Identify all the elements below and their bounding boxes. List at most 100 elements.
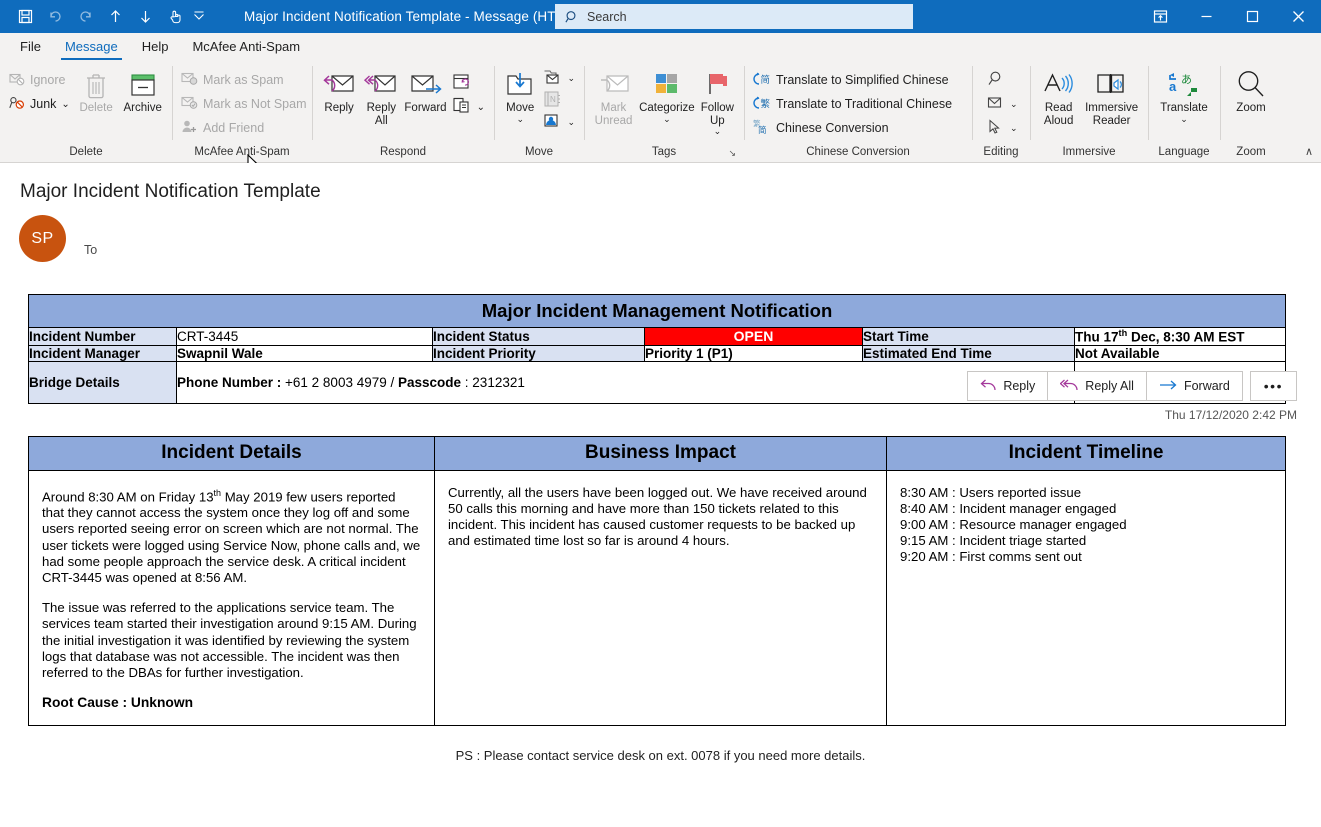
ribbon-group-zoom: Zoom Zoom bbox=[1220, 60, 1282, 162]
reply-button[interactable]: Reply bbox=[967, 371, 1048, 401]
ribbon-display-options-icon[interactable] bbox=[1137, 0, 1183, 33]
related-button[interactable]: ⌄ bbox=[984, 92, 1021, 116]
chevron-down-icon[interactable]: ⌄ bbox=[567, 73, 575, 84]
reply-all-button[interactable]: Reply All bbox=[360, 65, 402, 127]
chinese-conversion-button[interactable]: 繁简 Chinese Conversion bbox=[750, 116, 955, 140]
junk-icon bbox=[9, 95, 25, 114]
ignore-button[interactable]: Ignore bbox=[6, 68, 73, 92]
timeline-item: 9:20 AM : First comms sent out bbox=[900, 549, 1272, 565]
categorize-button[interactable]: Categorize ⌄ bbox=[637, 65, 697, 124]
read-aloud-label: Read Aloud bbox=[1038, 102, 1079, 127]
undo-icon[interactable] bbox=[40, 3, 70, 31]
archive-button[interactable]: Archive bbox=[119, 65, 166, 115]
mark-as-spam-button[interactable]: Mark as Spam bbox=[178, 68, 310, 92]
follow-up-label: Follow Up bbox=[699, 102, 736, 127]
ribbon-group-chinese-conversion: 简 Translate to Simplified Chinese 繁 Tran… bbox=[744, 60, 972, 162]
minimize-icon[interactable] bbox=[1183, 0, 1229, 33]
read-aloud-button[interactable]: Read Aloud bbox=[1036, 65, 1081, 127]
meeting-button[interactable] bbox=[449, 71, 488, 95]
ribbon-group-label-chinese: Chinese Conversion bbox=[750, 146, 966, 162]
related-icon bbox=[987, 95, 1005, 114]
add-friend-button[interactable]: Add Friend bbox=[178, 116, 310, 140]
more-respond-button[interactable]: ⌄ bbox=[449, 95, 488, 119]
chevron-down-icon[interactable] bbox=[190, 3, 208, 31]
previous-item-icon[interactable] bbox=[100, 3, 130, 31]
avatar[interactable]: SP bbox=[19, 215, 66, 262]
tags-dialog-launcher-icon[interactable]: ↘ bbox=[728, 148, 736, 159]
timeline-item: 9:15 AM : Incident triage started bbox=[900, 533, 1272, 549]
incident-details-header: Incident Details bbox=[29, 436, 435, 470]
tab-mcafee-anti-spam[interactable]: McAfee Anti-Spam bbox=[180, 34, 312, 60]
save-icon[interactable] bbox=[10, 3, 40, 31]
touch-mode-icon[interactable] bbox=[160, 3, 190, 31]
onenote-button[interactable]: N bbox=[540, 89, 578, 111]
immersive-reader-button[interactable]: Immersive Reader bbox=[1081, 65, 1142, 127]
ribbon-group-delete: Ignore Junk ⌄ Delete bbox=[0, 60, 172, 162]
forward-button[interactable]: Forward bbox=[1146, 371, 1243, 401]
close-icon[interactable] bbox=[1275, 0, 1321, 33]
find-button[interactable] bbox=[984, 68, 1008, 92]
incident-timeline-body: 8:30 AM : Users reported issue 8:40 AM :… bbox=[887, 470, 1286, 726]
mark-unread-button[interactable]: Mark Unread bbox=[590, 65, 637, 127]
chevron-down-icon[interactable]: ⌄ bbox=[1180, 115, 1188, 124]
chevron-down-icon[interactable]: ⌄ bbox=[663, 115, 671, 124]
translate-button[interactable]: aあ Translate ⌄ bbox=[1154, 65, 1214, 124]
tab-file[interactable]: File bbox=[8, 34, 53, 60]
rules-button[interactable]: ⌄ bbox=[540, 67, 578, 89]
chevron-down-icon[interactable]: ⌄ bbox=[477, 102, 485, 113]
passcode-value: : 2312321 bbox=[461, 375, 525, 390]
phone-number-value: +61 2 8003 4979 / bbox=[281, 375, 398, 390]
reply-button[interactable]: Reply bbox=[318, 65, 360, 115]
chevron-down-icon[interactable]: ⌄ bbox=[1010, 123, 1018, 134]
more-actions-button[interactable]: ••• bbox=[1250, 371, 1297, 401]
move-button[interactable]: Move ⌄ bbox=[500, 65, 540, 124]
translate-simplified-chinese-button[interactable]: 简 Translate to Simplified Chinese bbox=[750, 68, 955, 92]
zoom-button[interactable]: Zoom bbox=[1226, 65, 1276, 115]
table-row-banner: Major Incident Management Notification bbox=[29, 295, 1286, 328]
forward-button[interactable]: Forward bbox=[402, 65, 448, 115]
chevron-down-icon[interactable]: ⌄ bbox=[516, 115, 524, 124]
ribbon-group-editing: ⌄ ⌄ Editing bbox=[972, 60, 1030, 162]
mark-as-not-spam-button[interactable]: Mark as Not Spam bbox=[178, 92, 310, 116]
redo-icon[interactable] bbox=[70, 3, 100, 31]
ribbon-group-label-editing: Editing bbox=[978, 146, 1024, 162]
ribbon-group-label-delete: Delete bbox=[6, 146, 166, 162]
follow-up-button[interactable]: Follow Up ⌄ bbox=[697, 65, 738, 136]
delete-button[interactable]: Delete bbox=[73, 65, 120, 115]
svg-text:あ: あ bbox=[1181, 73, 1192, 86]
add-friend-label: Add Friend bbox=[203, 121, 264, 135]
chevron-down-icon[interactable]: ⌄ bbox=[61, 99, 69, 110]
root-cause: Root Cause : Unknown bbox=[42, 695, 421, 711]
translate-simplified-label: Translate to Simplified Chinese bbox=[776, 73, 949, 87]
move-icon bbox=[505, 68, 535, 102]
chinese-conversion-icon: 繁简 bbox=[753, 119, 771, 138]
reply-arrow-icon bbox=[980, 378, 996, 395]
incident-number-label: Incident Number bbox=[29, 328, 177, 346]
next-item-icon[interactable] bbox=[130, 3, 160, 31]
chevron-down-icon[interactable]: ⌄ bbox=[567, 117, 575, 128]
zoom-magnifier-icon bbox=[1234, 68, 1268, 102]
tab-help[interactable]: Help bbox=[130, 34, 181, 60]
ribbon-group-label-zoom: Zoom bbox=[1226, 146, 1276, 162]
read-aloud-icon bbox=[1042, 68, 1076, 102]
incident-manager-label: Incident Manager bbox=[29, 345, 177, 361]
chevron-down-icon[interactable]: ⌄ bbox=[1010, 99, 1018, 110]
reply-all-button[interactable]: Reply All bbox=[1047, 371, 1147, 401]
ribbon-group-immersive: Read Aloud Immersive Reader Immersive bbox=[1030, 60, 1148, 162]
translate-traditional-chinese-button[interactable]: 繁 Translate to Traditional Chinese bbox=[750, 92, 955, 116]
tab-message[interactable]: Message bbox=[53, 34, 130, 60]
search-input[interactable]: Search bbox=[587, 10, 627, 24]
ribbon-group-label-move: Move bbox=[500, 146, 578, 162]
junk-button[interactable]: Junk ⌄ bbox=[6, 92, 73, 116]
customize-qat-icon[interactable] bbox=[208, 3, 222, 31]
actions-button[interactable]: ⌄ bbox=[540, 111, 578, 133]
collapse-ribbon-icon[interactable]: ∧ bbox=[1305, 145, 1313, 158]
table-row: Incident Number CRT-3445 Incident Status… bbox=[29, 328, 1286, 346]
mark-as-not-spam-icon bbox=[181, 95, 198, 113]
select-button[interactable]: ⌄ bbox=[984, 116, 1021, 140]
maximize-icon[interactable] bbox=[1229, 0, 1275, 33]
timeline-item: 9:00 AM : Resource manager engaged bbox=[900, 517, 1272, 533]
search-box[interactable]: Search bbox=[555, 4, 913, 29]
quick-access-toolbar bbox=[0, 3, 222, 31]
chevron-down-icon[interactable]: ⌄ bbox=[714, 127, 722, 136]
